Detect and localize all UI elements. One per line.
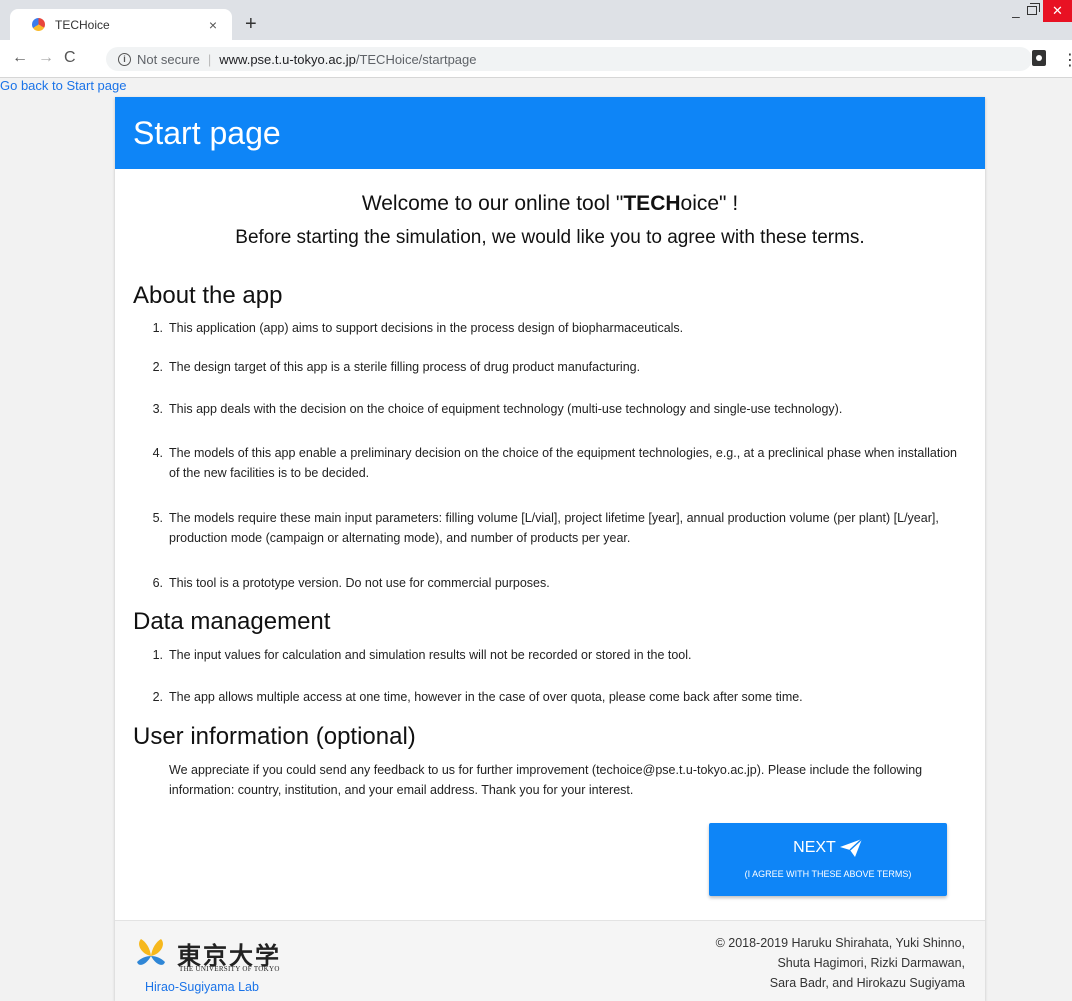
footer: 東京大学 THE UNIVERSITY OF TOKYO Hirao-Sugiy… xyxy=(115,920,985,1001)
item-number: 5. xyxy=(152,511,163,525)
favicon-icon xyxy=(32,18,45,31)
tab-title: TECHoice xyxy=(55,17,110,32)
address-bar[interactable]: i Not secure | www.pse.t.u-tokyo.ac.jp/T… xyxy=(106,47,1032,71)
copyright-line: © 2018-2019 Haruku Shirahata, Yuki Shinn… xyxy=(715,936,965,950)
about-item: 2. The design target of this app is a ste… xyxy=(139,357,969,377)
page-title: Start page xyxy=(115,97,985,169)
copyright: © 2018-2019 Haruku Shirahata, Yuki Shinn… xyxy=(645,933,965,993)
item-text: This tool is a prototype version. Do not… xyxy=(169,576,550,590)
item-text: The models of this app enable a prelimin… xyxy=(169,446,957,480)
copyright-line: Sara Badr, and Hirokazu Sugiyama xyxy=(769,976,965,990)
restore-icon[interactable] xyxy=(1027,3,1040,15)
welcome-heading: Welcome to our online tool "TECHoice" ! xyxy=(115,192,985,216)
ginkgo-emblem-icon xyxy=(137,939,165,965)
logo-english: THE UNIVERSITY OF TOKYO xyxy=(179,965,280,973)
item-text: The input values for calculation and sim… xyxy=(169,648,692,662)
paper-plane-icon xyxy=(839,838,863,857)
item-number: 1. xyxy=(152,648,163,662)
forward-arrow-icon[interactable]: → xyxy=(38,49,54,67)
university-logo: 東京大学 THE UNIVERSITY OF TOKYO xyxy=(135,936,285,976)
user-info-title: User information (optional) xyxy=(133,723,416,750)
item-number: 4. xyxy=(152,446,163,460)
url-path: /TECHoice/startpage xyxy=(355,51,477,67)
item-number: 3. xyxy=(152,402,163,416)
start-page-card: Start page Welcome to our online tool "T… xyxy=(115,97,985,1001)
back-arrow-icon[interactable]: ← xyxy=(12,49,28,67)
about-item: 6. This tool is a prototype version. Do n… xyxy=(139,573,969,593)
tab-close-icon[interactable]: × xyxy=(204,17,222,33)
extension-icon[interactable] xyxy=(1032,50,1046,66)
about-item: 4. The models of this app enable a prelim… xyxy=(139,443,969,483)
item-text: The design target of this app is a steri… xyxy=(169,360,641,374)
next-button[interactable]: NEXT (I AGREE WITH THESE ABOVE TERMS) xyxy=(709,823,947,896)
item-text: This application (app) aims to support d… xyxy=(169,321,684,335)
about-item: 5. The models require these main input pa… xyxy=(139,508,969,548)
item-number: 1. xyxy=(152,321,163,335)
address-separator: | xyxy=(207,51,212,67)
data-management-item: 1. The input values for calculation and s… xyxy=(139,645,969,665)
next-sublabel: (I AGREE WITH THESE ABOVE TERMS) xyxy=(744,869,912,879)
data-management-item: 2. The app allows multiple access at one … xyxy=(139,687,969,707)
browser-tab[interactable]: TECHoice × xyxy=(10,9,232,40)
reload-icon[interactable]: C xyxy=(64,49,76,67)
item-text: The models require these main input para… xyxy=(169,511,939,545)
menu-dots-icon[interactable]: ⋮ xyxy=(1062,50,1072,70)
next-label: NEXT xyxy=(793,839,836,857)
terms-subheading: Before starting the simulation, we would… xyxy=(235,227,865,248)
window-close-button[interactable]: ✕ xyxy=(1043,0,1072,22)
welcome-bold: TECH xyxy=(623,192,681,215)
tab-bar: TECHoice × + – ✕ xyxy=(0,0,1072,40)
minimize-icon[interactable]: – xyxy=(1012,8,1020,24)
lab-link[interactable]: Hirao-Sugiyama Lab xyxy=(145,980,259,994)
security-label: Not secure xyxy=(137,51,200,67)
item-number: 2. xyxy=(152,690,163,704)
copyright-line: Shuta Hagimori, Rizki Darmawan, xyxy=(777,956,965,970)
data-management-title: Data management xyxy=(133,608,331,635)
about-item: 1. This application (app) aims to support… xyxy=(139,318,969,338)
item-text: The app allows multiple access at one ti… xyxy=(169,690,803,704)
item-number: 2. xyxy=(152,360,163,374)
user-info-text: We appreciate if you could send any feed… xyxy=(169,763,923,797)
item-text: This app deals with the decision on the … xyxy=(169,402,843,416)
about-item: 3. This app deals with the decision on th… xyxy=(139,399,969,419)
next-label-row: NEXT xyxy=(709,838,947,858)
info-icon[interactable]: i xyxy=(118,52,131,66)
url-host: www.pse.t.u-tokyo.ac.jp xyxy=(219,51,356,67)
welcome-prefix: Welcome to our online tool " xyxy=(361,192,624,215)
back-to-start-link[interactable]: Go back to Start page xyxy=(0,78,126,93)
welcome-suffix: oice" ! xyxy=(680,192,739,215)
item-number: 6. xyxy=(152,576,163,590)
new-tab-button[interactable]: + xyxy=(245,14,257,34)
about-section-title: About the app xyxy=(133,282,283,309)
